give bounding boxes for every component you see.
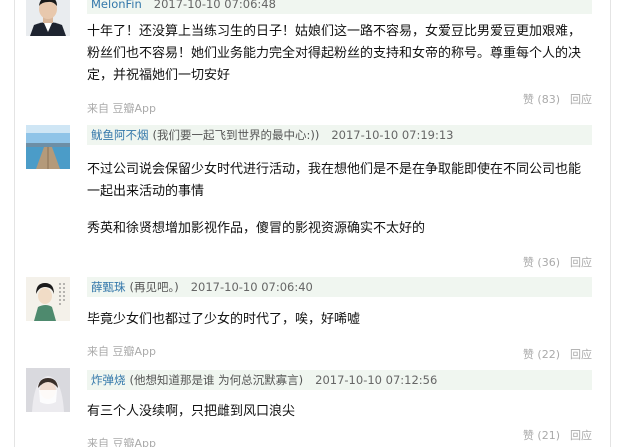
comment-actions: 赞 (83) 回应 [523,93,592,107]
like-count: (83) [537,93,560,106]
comment-paragraph: 秀英和徐贤想增加影视作品，傻冒的影视资源确实不太好的 [87,221,426,236]
avatar-traditional-portrait-icon [26,277,70,321]
comment-paragraph: 毕竟少女们也都过了少女的时代了，唉，好唏嘘 [87,312,361,327]
username-link[interactable]: MelonFin [91,0,142,11]
like-label: 赞 [522,256,534,269]
comment-meta: MelonFin 2017-10-10 07:06:48 [87,0,592,14]
user-avatar[interactable] [26,277,70,321]
username-link[interactable]: 鱿鱼阿不烟 [91,128,149,142]
like-label: 赞 [522,93,534,106]
comment-timestamp: 2017-10-10 07:06:48 [153,0,276,11]
avatar-woman-veil-icon [26,368,70,412]
like-button[interactable]: 赞 (36) [523,256,560,269]
comment-source: 来自 豆瓣App [87,102,156,116]
like-count: (21) [537,429,560,442]
comment-source: 来自 豆瓣App [87,437,156,447]
source-prefix: 来自 [87,437,109,447]
comment-timestamp: 2017-10-10 07:12:56 [315,373,438,387]
comment-thread: MelonFin 2017-10-10 07:06:48 十年了！还没算上当练习生… [14,0,611,447]
like-button[interactable]: 赞 (22) [523,348,560,361]
user-avatar[interactable] [26,125,70,169]
comment-body: 不过公司说会保留少女时代进行活动，我在想他们是不是在争取能即使在不同公司也能一起… [87,159,592,240]
user-avatar[interactable] [26,0,70,36]
reply-button[interactable]: 回应 [570,429,592,442]
like-button[interactable]: 赞 (21) [523,429,560,442]
comment-meta: 炸弹烧 (他想知道那是谁 为何总沉默寡言) 2017-10-10 07:12:56 [87,370,592,390]
user-signature: (再见吧。) [129,280,179,294]
source-prefix: 来自 [87,345,109,358]
comment-body: 十年了！还没算上当练习生的日子！姑娘们这一路不容易，女爱豆比男爱豆更加艰难，粉丝… [87,21,592,87]
comment-timestamp: 2017-10-10 07:06:40 [190,280,313,294]
source-prefix: 来自 [87,102,109,115]
comment-actions: 赞 (21) 回应 [523,429,592,443]
comment-paragraph: 十年了！还没算上当练习生的日子！姑娘们这一路不容易，女爱豆比男爱豆更加艰难，粉丝… [87,24,582,83]
comment-meta: 鱿鱼阿不烟 (我们要一起飞到世界的最中心:)) 2017-10-10 07:19:1… [87,125,592,145]
user-avatar[interactable] [26,368,70,412]
comment-actions: 赞 (36) 回应 [523,256,592,270]
comment-body: 有三个人没续啊，只把雌到风口浪尖 [87,401,592,423]
reply-button[interactable]: 回应 [570,93,592,106]
source-app-link[interactable]: 豆瓣App [113,437,157,447]
comment-timestamp: 2017-10-10 07:19:13 [331,128,454,142]
avatar-pier-lake-icon [26,125,70,169]
reply-button[interactable]: 回应 [570,348,592,361]
comment-body: 毕竟少女们也都过了少女的时代了，唉，好唏嘘 [87,309,592,331]
source-app-link[interactable]: 豆瓣App [113,345,157,358]
like-label: 赞 [522,429,534,442]
comment-paragraph: 不过公司说会保留少女时代进行活动，我在想他们是不是在争取能即使在不同公司也能一起… [87,162,582,199]
username-link[interactable]: 薛甄珠 [91,280,126,294]
like-count: (22) [537,348,560,361]
username-link[interactable]: 炸弹烧 [91,373,126,387]
comment-paragraph: 有三个人没续啊，只把雌到风口浪尖 [87,404,296,419]
source-app-link[interactable]: 豆瓣App [113,102,157,115]
comment-actions: 赞 (22) 回应 [523,348,592,362]
like-count: (36) [537,256,560,269]
like-button[interactable]: 赞 (83) [523,93,560,106]
reply-button[interactable]: 回应 [570,256,592,269]
user-signature: (我们要一起飞到世界的最中心:)) [152,128,320,142]
like-label: 赞 [522,348,534,361]
avatar-man-suit-icon [26,0,70,36]
comment-source: 来自 豆瓣App [87,345,156,359]
user-signature: (他想知道那是谁 为何总沉默寡言) [129,373,304,387]
comment-meta: 薛甄珠 (再见吧。) 2017-10-10 07:06:40 [87,277,592,297]
